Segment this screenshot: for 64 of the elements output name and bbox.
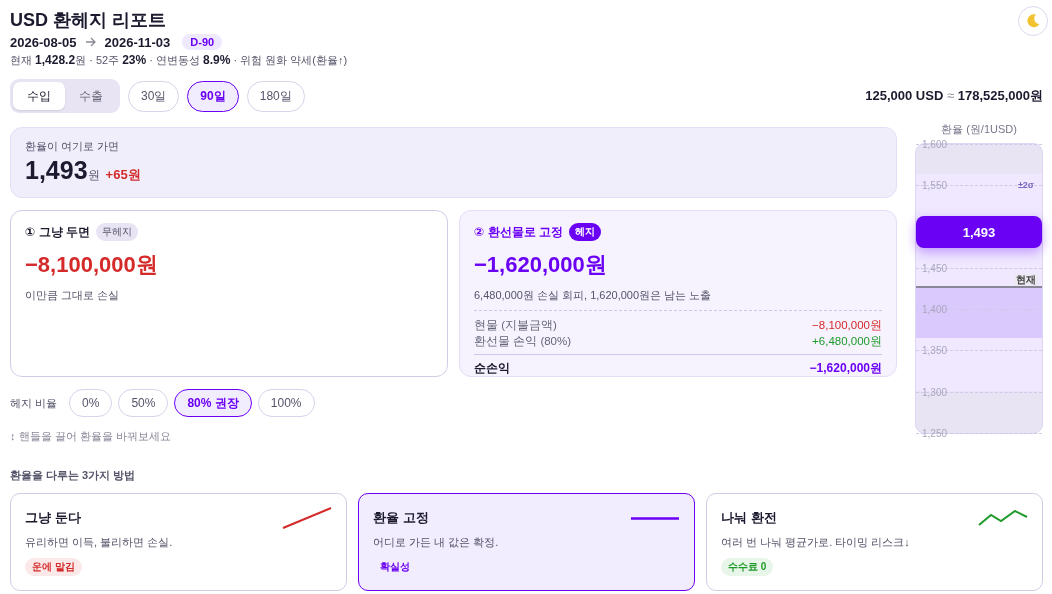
- method-description: 유리하면 이득, 불리하면 손실.: [25, 535, 174, 550]
- method-tag: 수수료 0: [721, 558, 774, 576]
- sigma-label: ±2σ: [1017, 180, 1034, 191]
- method-description: 여러 번 나눠 평균가로. 타이밍 리스크↓: [721, 535, 911, 550]
- hedge-ratio-button[interactable]: 100%: [257, 389, 315, 417]
- net-value: −1,620,000원: [809, 360, 882, 377]
- start-date: 2026-08-05: [10, 34, 77, 50]
- hedge-ratio-button[interactable]: 50%: [118, 389, 169, 417]
- days-badge: D-90: [182, 34, 223, 50]
- methods-title: 환율을 다루는 3가지 방법: [10, 468, 137, 483]
- method-title: 환율 고정: [373, 509, 429, 527]
- scenario-note: 이만큼 그대로 손실: [25, 288, 121, 303]
- scenario-amount: −8,100,000원: [25, 251, 159, 279]
- method-title: 나눠 환전: [721, 509, 777, 527]
- tick-label: 1,600: [922, 138, 948, 150]
- period-button[interactable]: 30일: [128, 80, 180, 112]
- trend-line-icon: [978, 510, 1028, 526]
- tick-label: 1,550: [922, 179, 948, 191]
- rate-change: +65원: [105, 166, 141, 184]
- method-card[interactable]: 환율 고정 어디로 가든 내 값은 확정. 확실성: [358, 493, 695, 591]
- scenario-badge: 무헤지: [95, 223, 138, 241]
- scenario-note: 6,480,000원 손실 회피, 1,620,000원은 남는 노출: [474, 288, 713, 303]
- breakdown-label: 현물 (지불금액): [474, 318, 557, 333]
- scenario-title: ① 그냥 두면: [25, 223, 90, 241]
- rate-summary: 현재 1,428.2원 · 52주 23% · 연변동성 8.9% · 위험 원화 약세(환율↑): [10, 54, 348, 66]
- theme-toggle-button[interactable]: [1018, 6, 1048, 36]
- hedge-ratio-button[interactable]: 80% 권장: [174, 389, 252, 417]
- net-label: 순손익: [474, 360, 510, 377]
- scenario-amount: −1,620,000원: [474, 251, 608, 279]
- arrow-right-icon: [84, 37, 97, 47]
- hedge-ratio-button[interactable]: 0%: [69, 389, 113, 417]
- breakdown-value: −8,100,000원: [812, 318, 882, 333]
- scenario-title: ② 환선물로 고정: [474, 223, 563, 241]
- breakdown-label: 환선물 손익 (80%): [474, 334, 572, 349]
- period-button[interactable]: 180일: [246, 80, 305, 112]
- method-title: 그냥 둔다: [25, 509, 81, 527]
- trend-line-icon: [282, 507, 332, 529]
- trade-type-tab[interactable]: 수입: [13, 82, 65, 110]
- rate-handle[interactable]: 1,493: [916, 216, 1042, 249]
- scenario-badge: 헤지: [568, 223, 601, 241]
- tick-label: 1,300: [922, 386, 948, 398]
- slider-label: 환율 (원/1USD): [941, 122, 1017, 137]
- report-title: USD 환헤지 리포트: [10, 9, 167, 32]
- period-button[interactable]: 90일: [187, 80, 239, 112]
- trend-line-icon: [630, 516, 680, 520]
- trade-type-tab[interactable]: 수출: [65, 82, 117, 110]
- method-description: 어디로 가든 내 값은 확정.: [373, 535, 500, 550]
- drag-hint: ↕ 핸들을 끌어 환율을 바꿔보세요: [10, 429, 172, 444]
- end-date: 2026-11-03: [104, 34, 171, 50]
- breakdown-value: +6,480,000원: [812, 334, 882, 349]
- exposure-amount: 125,000 USD ≈ 178,525,000원: [865, 87, 1043, 105]
- tick-label: 1,400: [922, 303, 948, 315]
- hedge-ratio-label: 헤지 비율: [10, 395, 58, 411]
- target-rate: 1,493: [25, 156, 88, 185]
- tick-label: 1,450: [922, 262, 948, 274]
- tick-label: 1,250: [922, 427, 948, 439]
- tick-label: 1,350: [922, 344, 948, 356]
- method-tag: 운에 맡김: [25, 558, 82, 576]
- moon-icon: [1025, 13, 1041, 29]
- rate-unit: 원: [87, 167, 100, 184]
- method-tag: 확실성: [373, 558, 417, 576]
- target-label: 환율이 여기로 가면: [25, 139, 121, 154]
- method-card[interactable]: 나눠 환전 여러 번 나눠 평균가로. 타이밍 리스크↓ 수수료 0: [706, 493, 1043, 591]
- method-card[interactable]: 그냥 둔다 유리하면 이득, 불리하면 손실. 운에 맡김: [10, 493, 347, 591]
